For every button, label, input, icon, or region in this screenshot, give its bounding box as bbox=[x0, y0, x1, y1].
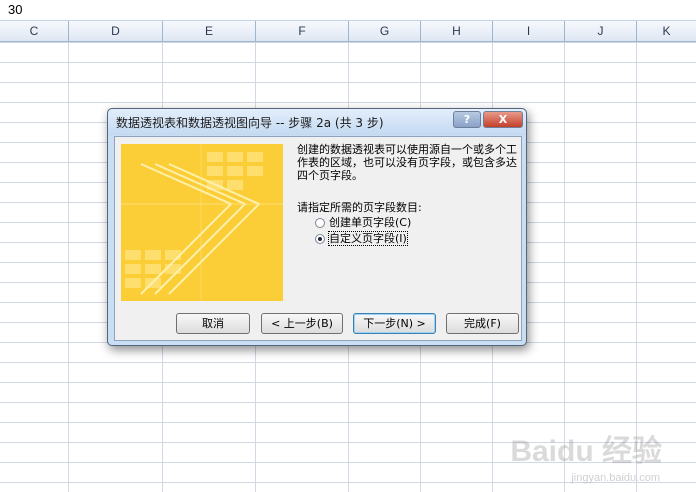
dialog-titlebar[interactable]: 数据透视表和数据透视图向导 -- 步骤 2a (共 3 步) ? X bbox=[108, 109, 526, 135]
wizard-description: 创建的数据透视表可以使用源自一个或多个工作表的区域，也可以没有页字段，或包含多达… bbox=[297, 143, 517, 182]
grid-line bbox=[68, 42, 69, 492]
single-page-field-radio[interactable]: 创建单页字段(C) bbox=[315, 215, 411, 231]
help-button[interactable]: ? bbox=[453, 111, 481, 128]
column-header-k[interactable]: K bbox=[637, 21, 696, 41]
finish-button[interactable]: 完成(F) bbox=[446, 313, 519, 334]
cancel-button[interactable]: 取消 bbox=[176, 313, 250, 334]
single-page-field-label: 创建单页字段(C) bbox=[329, 216, 412, 229]
watermark-url: jingyan.baidu.com bbox=[571, 472, 660, 484]
column-header-e[interactable]: E bbox=[163, 21, 256, 41]
radio-icon bbox=[315, 218, 325, 228]
radio-selected-icon bbox=[315, 234, 325, 244]
dialog-title: 数据透视表和数据透视图向导 -- 步骤 2a (共 3 步) bbox=[116, 116, 384, 130]
page-field-prompt: 请指定所需的页字段数目: bbox=[297, 201, 422, 214]
grid-line bbox=[636, 42, 637, 492]
dialog-body: 创建的数据透视表可以使用源自一个或多个工作表的区域，也可以没有页字段，或包含多达… bbox=[114, 136, 522, 341]
watermark-logo: Baidu 经验 bbox=[510, 435, 662, 468]
next-button[interactable]: 下一步(N) > bbox=[353, 313, 436, 334]
grid-line bbox=[564, 42, 565, 492]
column-header-f[interactable]: F bbox=[256, 21, 349, 41]
custom-page-field-radio[interactable]: 自定义页字段(I) bbox=[315, 231, 408, 247]
column-header-row: C D E F G H I J K bbox=[0, 21, 696, 42]
column-header-d[interactable]: D bbox=[69, 21, 163, 41]
column-header-j[interactable]: J bbox=[565, 21, 637, 41]
column-header-c[interactable]: C bbox=[0, 21, 69, 41]
pivot-wizard-dialog: 数据透视表和数据透视图向导 -- 步骤 2a (共 3 步) ? X 创建的数据… bbox=[107, 108, 527, 346]
column-header-h[interactable]: H bbox=[421, 21, 493, 41]
custom-page-field-label: 自定义页字段(I) bbox=[328, 231, 408, 246]
back-button[interactable]: < 上一步(B) bbox=[261, 313, 343, 334]
wizard-illustration bbox=[121, 144, 283, 301]
column-header-i[interactable]: I bbox=[493, 21, 565, 41]
close-button[interactable]: X bbox=[483, 111, 523, 128]
column-header-g[interactable]: G bbox=[349, 21, 421, 41]
formula-value[interactable]: 30 bbox=[8, 2, 22, 17]
formula-bar[interactable]: 30 bbox=[0, 0, 696, 21]
